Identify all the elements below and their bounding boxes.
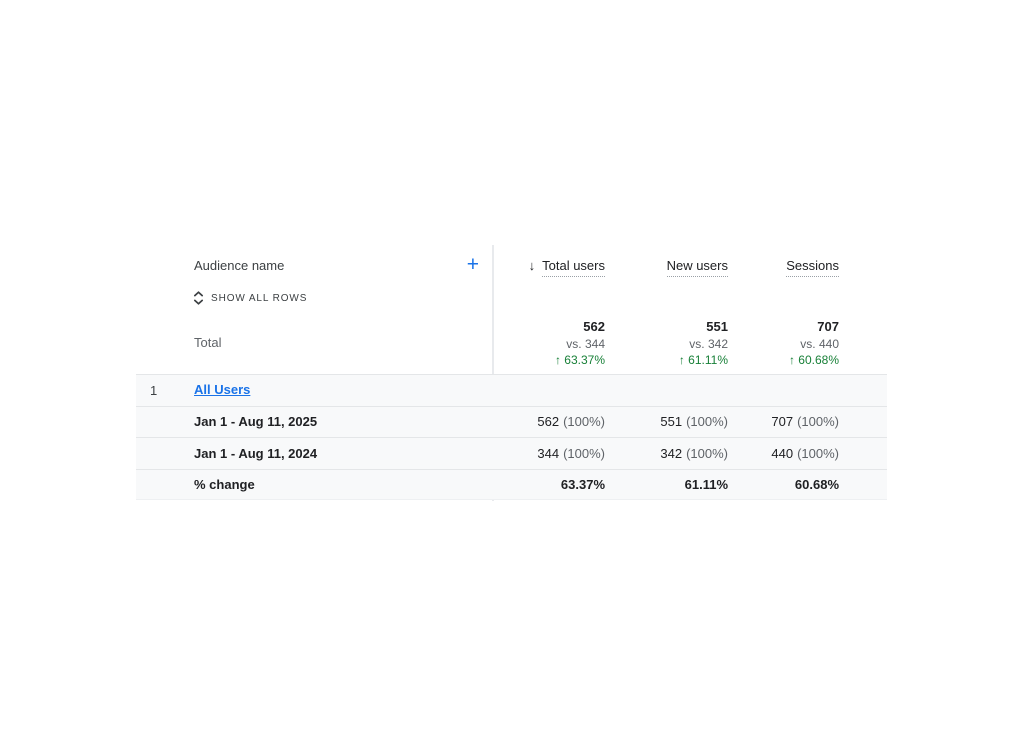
total-change-value: ↑ 61.11% xyxy=(605,352,728,368)
date-range-label: Jan 1 - Aug 11, 2024 xyxy=(194,446,493,461)
cell-sessions: 707 (100%) xyxy=(728,414,839,429)
table-row-date-range-2024: Jan 1 - Aug 11, 2024 344 (100%) 342 (100%)… xyxy=(136,437,887,469)
column-header-total-users[interactable]: ↓Total users xyxy=(493,258,605,273)
column-header-label: Total users xyxy=(542,258,605,277)
show-all-rows-button[interactable]: SHOW ALL ROWS xyxy=(193,289,307,307)
audiences-comparison-table: Audience name + ↓Total users New users S… xyxy=(136,245,887,501)
row-number: 1 xyxy=(136,383,194,398)
unfold-more-icon xyxy=(193,291,204,305)
cell-total-users: 63.37% xyxy=(493,477,605,492)
cell-new-users: 551 (100%) xyxy=(605,414,728,429)
audience-name-header-cell: Audience name + xyxy=(136,253,493,277)
total-cell-total-users: 562 vs. 344 ↑ 63.37% xyxy=(493,312,605,368)
cell-value: 562 xyxy=(537,414,559,429)
cell-share: (100%) xyxy=(686,414,728,429)
totals-section: Total 562 vs. 344 ↑ 63.37% 551 vs. 342 ↑… xyxy=(136,312,887,368)
cell-value: 344 xyxy=(537,446,559,461)
cell-value: 61.11% xyxy=(685,477,728,492)
cell-share: (100%) xyxy=(686,446,728,461)
cell-sessions: 60.68% xyxy=(728,477,839,492)
cell-value: 60.68% xyxy=(795,477,839,492)
cell-total-users: 344 (100%) xyxy=(493,446,605,461)
table-body: 1 All Users Jan 1 - Aug 11, 2025 562 (100… xyxy=(136,374,887,500)
total-value: 707 xyxy=(728,317,839,336)
total-cell-sessions: 707 vs. 440 ↑ 60.68% xyxy=(728,312,839,368)
total-label-cell: Total xyxy=(136,312,493,368)
table-row-date-range-2025: Jan 1 - Aug 11, 2025 562 (100%) 551 (100%)… xyxy=(136,406,887,438)
table-header-row: Audience name + ↓Total users New users S… xyxy=(136,253,887,277)
column-header-label: Sessions xyxy=(786,258,839,277)
all-users-link[interactable]: All Users xyxy=(194,382,250,397)
cell-share: (100%) xyxy=(797,414,839,429)
cell-value: 551 xyxy=(660,414,682,429)
table-row-percent-change: % change 63.37% 61.11% 60.68% xyxy=(136,469,887,501)
column-header-new-users[interactable]: New users xyxy=(605,258,728,273)
cell-sessions: 440 (100%) xyxy=(728,446,839,461)
total-vs-value: vs. 440 xyxy=(728,336,839,352)
cell-share: (100%) xyxy=(563,446,605,461)
cell-total-users: 562 (100%) xyxy=(493,414,605,429)
page: Audience name + ↓Total users New users S… xyxy=(0,0,1024,750)
show-all-rows-label: SHOW ALL ROWS xyxy=(211,293,307,304)
date-range-label: Jan 1 - Aug 11, 2025 xyxy=(194,414,493,429)
column-header-sessions[interactable]: Sessions xyxy=(728,258,839,273)
cell-new-users: 342 (100%) xyxy=(605,446,728,461)
total-change-value: ↑ 63.37% xyxy=(493,352,605,368)
cell-value: 63.37% xyxy=(561,477,605,492)
percent-change-label: % change xyxy=(194,477,493,492)
cell-value: 440 xyxy=(771,446,793,461)
total-cell-new-users: 551 vs. 342 ↑ 61.11% xyxy=(605,312,728,368)
total-vs-value: vs. 344 xyxy=(493,336,605,352)
total-label: Total xyxy=(194,335,221,350)
cell-value: 342 xyxy=(660,446,682,461)
audience-name-header: Audience name xyxy=(194,258,284,273)
cell-share: (100%) xyxy=(797,446,839,461)
column-header-label: New users xyxy=(667,258,728,277)
sort-descending-icon: ↓ xyxy=(529,258,536,273)
total-change-value: ↑ 60.68% xyxy=(728,352,839,368)
cell-value: 707 xyxy=(771,414,793,429)
cell-share: (100%) xyxy=(563,414,605,429)
total-value: 562 xyxy=(493,317,605,336)
cell-new-users: 61.11% xyxy=(605,477,728,492)
add-audience-button[interactable]: + xyxy=(467,254,479,275)
total-vs-value: vs. 342 xyxy=(605,336,728,352)
total-value: 551 xyxy=(605,317,728,336)
table-row-all-users: 1 All Users xyxy=(136,374,887,406)
